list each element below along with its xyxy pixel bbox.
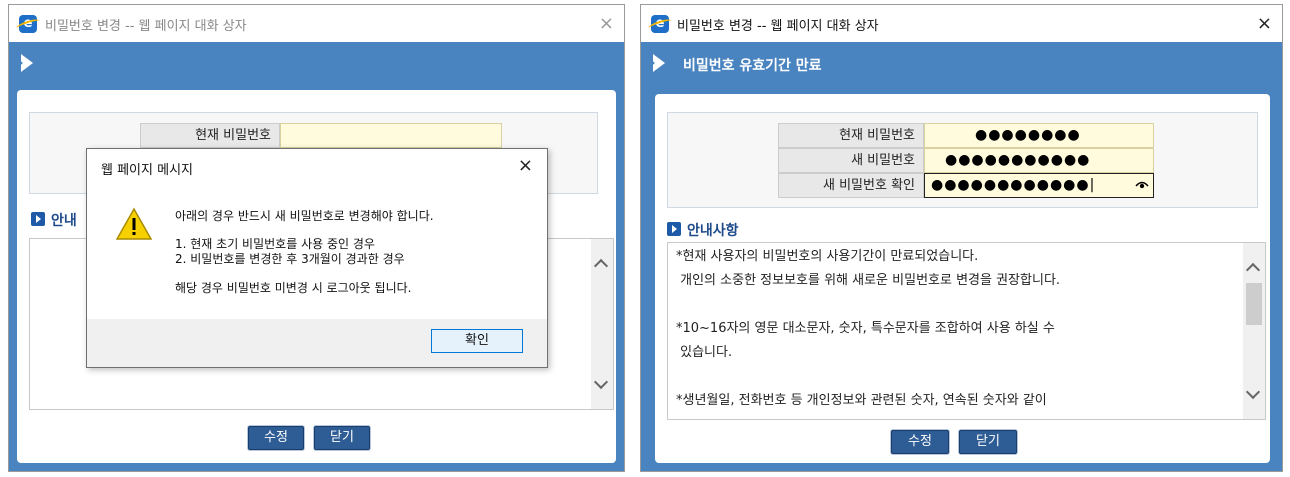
section-arrow-icon (31, 212, 45, 226)
header-bar: 비밀번호 유효기간 만료 (641, 42, 1282, 84)
current-password-input[interactable] (280, 123, 502, 148)
notice-section-title: 안내사항 (667, 220, 739, 240)
window-title: 비밀번호 변경 -- 웹 페이지 대화 상자 (45, 19, 247, 34)
content-panel: 현재 비밀번호 ●●●●●●●● 새 비밀번호 ●●●●●●●●●●● 새 비밀… (655, 94, 1270, 463)
notice-text: *현재 사용자의 비밀번호의 사용기간이 만료되었습니다. 개인의 소중한 정보… (676, 245, 1237, 413)
window-title: 비밀번호 변경 -- 웹 페이지 대화 상자 (677, 19, 879, 34)
confirm-password-value: ●●●●●●●●●●●●| (931, 177, 1096, 193)
chevron-right-icon (17, 54, 33, 72)
section-arrow-icon (667, 222, 681, 236)
notice-scrollbar[interactable] (591, 239, 613, 409)
right-dialog-window: e 비밀번호 변경 -- 웹 페이지 대화 상자 × 비밀번호 유효기간 만료 … (640, 4, 1283, 472)
notice-line (676, 293, 1237, 317)
scroll-thumb[interactable] (1246, 283, 1262, 325)
notice-line: 있습니다. (676, 345, 733, 360)
message-item: 2. 비밀번호를 변경한 후 3개월이 경과한 경우 (175, 252, 405, 266)
current-password-row: 현재 비밀번호 ●●●●●●●● (778, 123, 1154, 148)
confirm-password-input[interactable]: ●●●●●●●●●●●●| (924, 173, 1154, 198)
notice-line: *현재 사용자의 비밀번호의 사용기간이 만료되었습니다. (676, 249, 979, 264)
current-password-input[interactable]: ●●●●●●●● (924, 123, 1154, 148)
new-password-input[interactable]: ●●●●●●●●●●● (924, 148, 1154, 173)
scroll-up-icon[interactable] (1245, 262, 1261, 278)
ie-icon: e (651, 15, 669, 33)
close-icon[interactable]: × (518, 155, 533, 176)
message-item-list: 1. 현재 초기 비밀번호를 사용 중인 경우 2. 비밀번호를 변경한 후 3… (175, 237, 405, 267)
message-dialog-title: 웹 페이지 메시지 (101, 163, 193, 178)
notice-line: 개인의 소중한 정보보호를 위해 새로운 비밀번호로 변경을 권장합니다. (676, 273, 1061, 288)
notice-line (676, 365, 1237, 389)
chevron-right-icon (649, 54, 665, 72)
modify-button[interactable]: 수정 (248, 426, 304, 450)
message-dialog-footer: 확인 (87, 319, 547, 367)
dialog-body: 비밀번호 유효기간 만료 현재 비밀번호 ●●●●●●●● 새 비밀번호 ●●●… (641, 42, 1282, 471)
confirm-password-row: 새 비밀번호 확인 ●●●●●●●●●●●●| (778, 173, 1154, 198)
current-password-label: 현재 비밀번호 (778, 123, 924, 148)
password-form: 현재 비밀번호 ●●●●●●●● 새 비밀번호 ●●●●●●●●●●● 새 비밀… (667, 112, 1258, 208)
modify-button[interactable]: 수정 (891, 430, 949, 454)
title-bar: e 비밀번호 변경 -- 웹 페이지 대화 상자 × (9, 5, 624, 42)
web-page-message-dialog: 웹 페이지 메시지 × 아래의 경우 반드시 새 비밀번호로 변경해야 합니다.… (86, 148, 548, 368)
close-icon[interactable]: × (599, 13, 614, 34)
message-item: 1. 현재 초기 비밀번호를 사용 중인 경우 (175, 237, 375, 251)
notice-section-label: 안내사항 (687, 223, 739, 239)
warning-icon (115, 207, 153, 240)
message-footer-text: 해당 경우 비밀번호 미변경 시 로그아웃 됩니다. (175, 281, 412, 295)
notice-line: *10~16자의 영문 대소문자, 숫자, 특수문자를 조합하여 사용 하실 수 (676, 321, 1055, 336)
close-icon[interactable]: × (1257, 13, 1272, 34)
ie-icon: e (19, 15, 37, 33)
close-button[interactable]: 닫기 (959, 430, 1017, 454)
eye-icon[interactable] (1135, 180, 1149, 190)
notice-line: *생년월일, 전화번호 등 개인정보와 관련된 숫자, 연속된 숫자와 같이 (676, 393, 1047, 408)
scroll-up-icon[interactable] (593, 258, 609, 274)
scroll-down-icon[interactable] (1245, 384, 1261, 400)
notice-section-label: 안내 (51, 213, 77, 229)
current-password-label: 현재 비밀번호 (140, 123, 280, 148)
confirm-password-label: 새 비밀번호 확인 (778, 173, 924, 198)
header-title: 비밀번호 유효기간 만료 (683, 58, 822, 74)
ok-button[interactable]: 확인 (431, 329, 523, 353)
title-bar: e 비밀번호 변경 -- 웹 페이지 대화 상자 × (641, 5, 1282, 42)
current-password-row: 현재 비밀번호 (140, 123, 502, 148)
header-bar (9, 42, 624, 84)
notice-section-title: 안내 (31, 210, 77, 230)
close-button[interactable]: 닫기 (314, 426, 370, 450)
new-password-row: 새 비밀번호 ●●●●●●●●●●● (778, 148, 1154, 173)
notice-scrollbar[interactable] (1243, 243, 1265, 419)
message-text: 아래의 경우 반드시 새 비밀번호로 변경해야 합니다. (175, 209, 434, 223)
scroll-down-icon[interactable] (593, 374, 609, 390)
new-password-label: 새 비밀번호 (778, 148, 924, 173)
notice-box: *현재 사용자의 비밀번호의 사용기간이 만료되었습니다. 개인의 소중한 정보… (667, 242, 1266, 420)
